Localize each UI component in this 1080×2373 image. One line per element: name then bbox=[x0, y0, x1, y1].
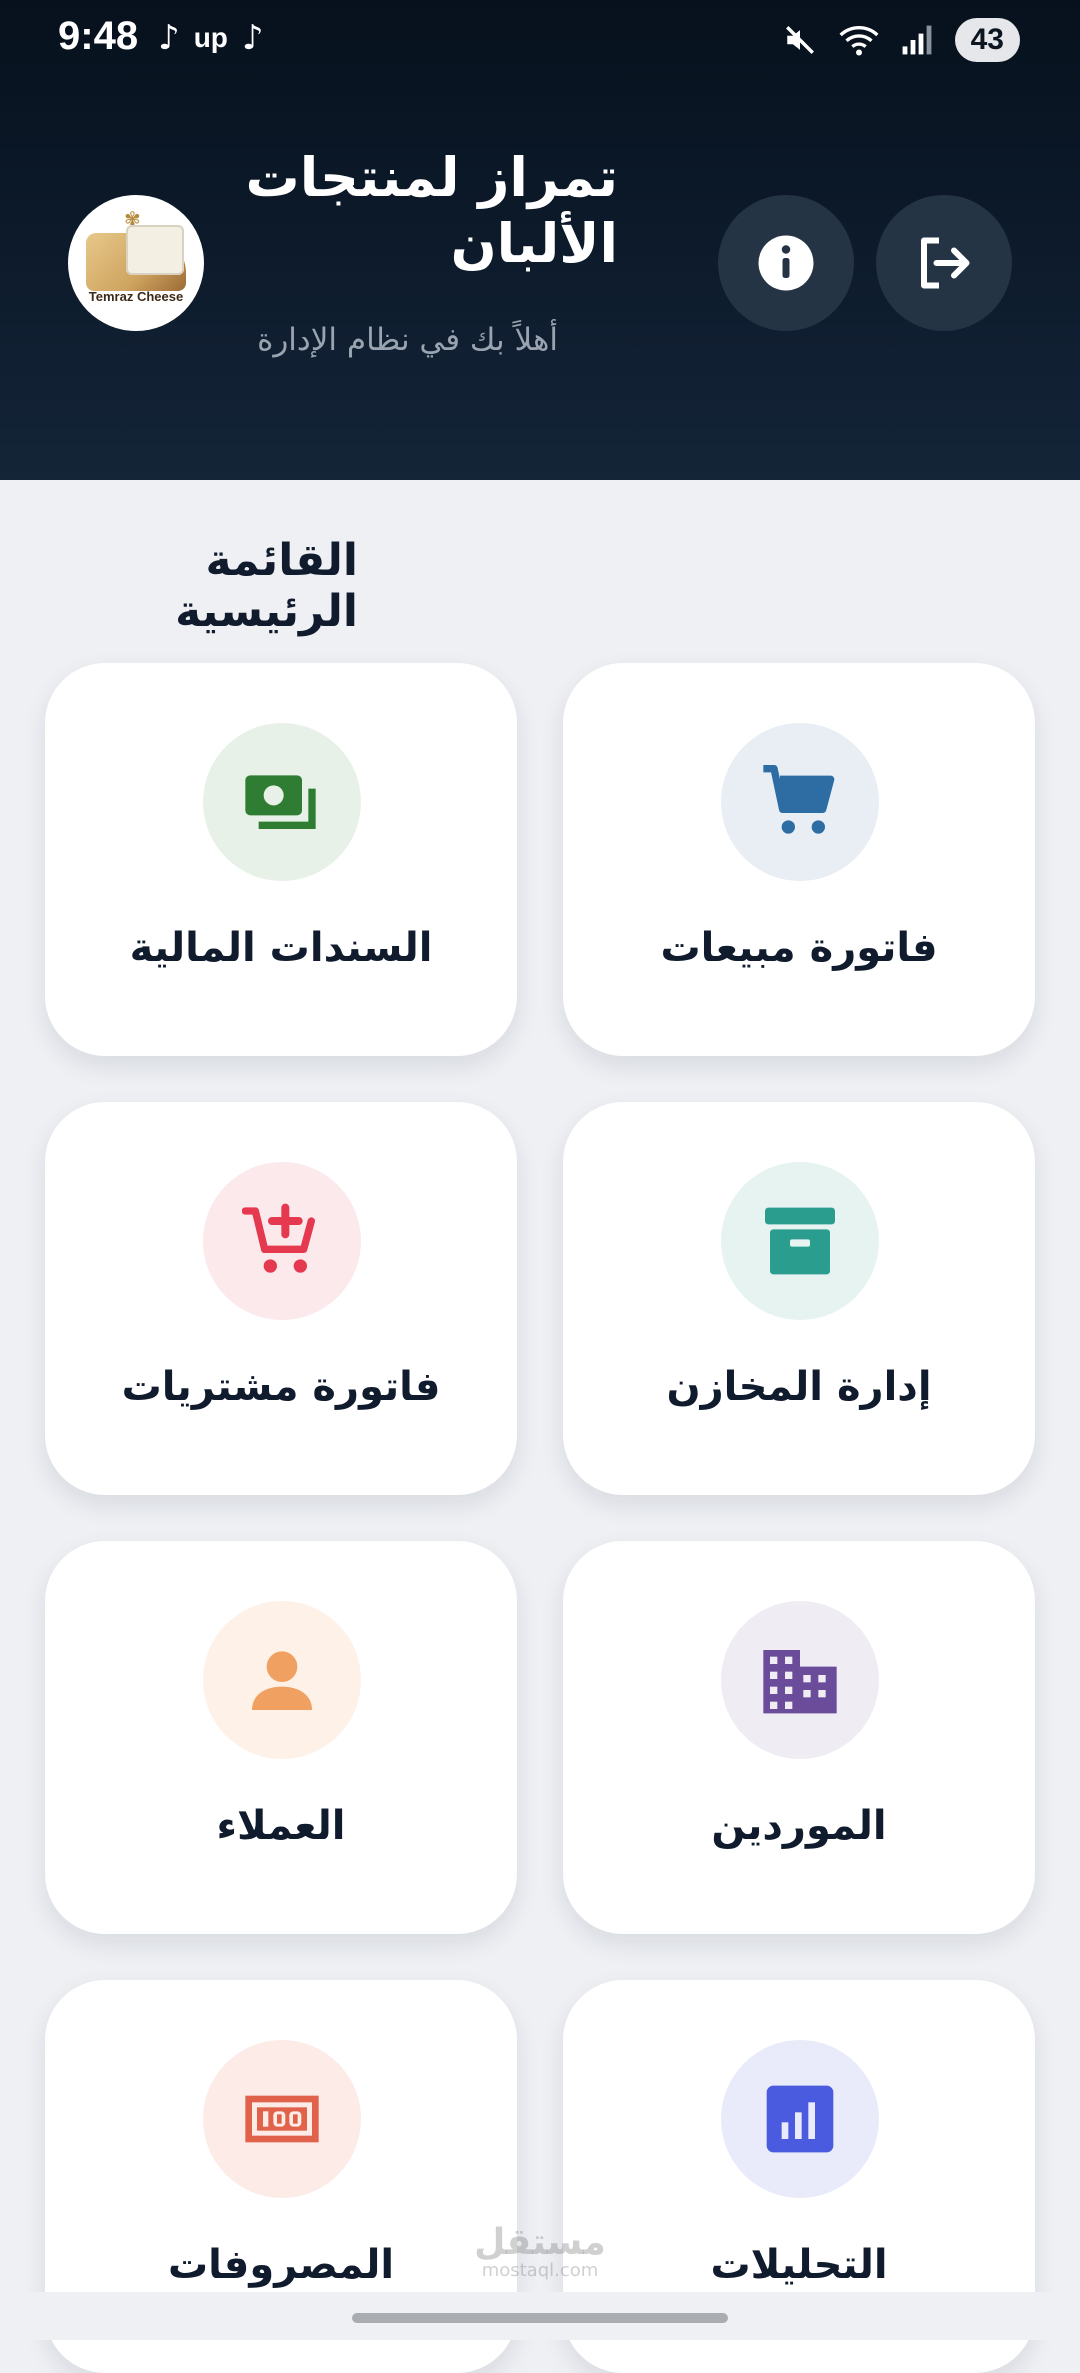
menu-card-label: العملاء bbox=[216, 1803, 346, 1849]
logout-button[interactable] bbox=[876, 195, 1012, 331]
status-time: 9:48 bbox=[58, 14, 139, 58]
cart-icon bbox=[763, 765, 835, 834]
watermark-sub: mostaql.com bbox=[481, 2260, 599, 2281]
banknote-100-icon bbox=[245, 2095, 319, 2143]
icon-circle bbox=[721, 2040, 879, 2198]
status-bar: 9:48 ♪ up ♪ 43 bbox=[0, 0, 1080, 80]
icon-circle bbox=[203, 723, 361, 881]
tiktok-icon: ♪ bbox=[158, 18, 180, 58]
menu-card-purchase-invoice[interactable]: فاتورة مشتريات bbox=[45, 1102, 517, 1495]
signal-icon bbox=[902, 25, 932, 55]
cheese-graphic bbox=[126, 225, 184, 275]
menu-card-label: فاتورة مبيعات bbox=[660, 925, 938, 971]
welcome-subtitle: أهلاً بك في نظام الإدارة bbox=[257, 322, 558, 358]
info-button[interactable] bbox=[718, 195, 854, 331]
notification-icons: ♪ up ♪ bbox=[158, 18, 264, 58]
watermark-text: مستقل bbox=[474, 2222, 606, 2263]
menu-card-warehouse-management[interactable]: إدارة المخازن bbox=[563, 1102, 1035, 1495]
watermark: مستقل mostaql.com bbox=[470, 2225, 610, 2281]
icon-circle bbox=[203, 1162, 361, 1320]
icon-circle bbox=[203, 2040, 361, 2198]
app-title: تمراز لمنتجات الألبان bbox=[245, 146, 619, 275]
mute-icon bbox=[785, 26, 814, 54]
logout-icon bbox=[921, 237, 970, 289]
icon-circle bbox=[721, 723, 879, 881]
company-logo: ✾ Temraz Cheese bbox=[68, 195, 204, 331]
menu-card-label: فاتورة مشتريات bbox=[121, 1364, 441, 1410]
bar-chart-icon bbox=[766, 2085, 834, 2153]
archive-box-icon bbox=[765, 1207, 835, 1275]
money-icon bbox=[245, 775, 316, 829]
menu-card-label: المصروفات bbox=[167, 2242, 395, 2288]
icon-circle bbox=[721, 1162, 879, 1320]
menu-card-label: الموردين bbox=[711, 1803, 887, 1849]
tiktok-icon: ♪ bbox=[241, 18, 264, 58]
battery-indicator: 43 bbox=[954, 18, 1020, 62]
person-icon bbox=[252, 1651, 312, 1710]
wifi-icon bbox=[839, 26, 879, 56]
menu-card-label: إدارة المخازن bbox=[666, 1364, 932, 1410]
icon-circle bbox=[203, 1601, 361, 1759]
icon-circle bbox=[721, 1601, 879, 1759]
menu-card-customers[interactable]: العملاء bbox=[45, 1541, 517, 1934]
up-icon: up bbox=[193, 22, 228, 53]
logo-text: Temraz Cheese bbox=[88, 289, 184, 304]
menu-card-label: التحليلات bbox=[710, 2242, 888, 2288]
header-banner: 9:48 ♪ up ♪ 43 ✾ Temraz Cheese تمراز لمن… bbox=[0, 0, 1080, 480]
home-indicator[interactable] bbox=[352, 2313, 728, 2323]
menu-card-suppliers[interactable]: الموردين bbox=[563, 1541, 1035, 1934]
section-title: القائمة الرئيسية bbox=[175, 535, 358, 637]
menu-card-label: السندات المالية bbox=[129, 925, 433, 971]
building-icon bbox=[763, 1650, 837, 1714]
menu-card-financial-bonds[interactable]: السندات المالية bbox=[45, 663, 517, 1056]
cart-add-icon bbox=[242, 1203, 315, 1273]
info-icon bbox=[758, 235, 814, 291]
menu-card-sales-invoice[interactable]: فاتورة مبيعات bbox=[563, 663, 1035, 1056]
system-icons: 43 bbox=[783, 18, 1020, 62]
